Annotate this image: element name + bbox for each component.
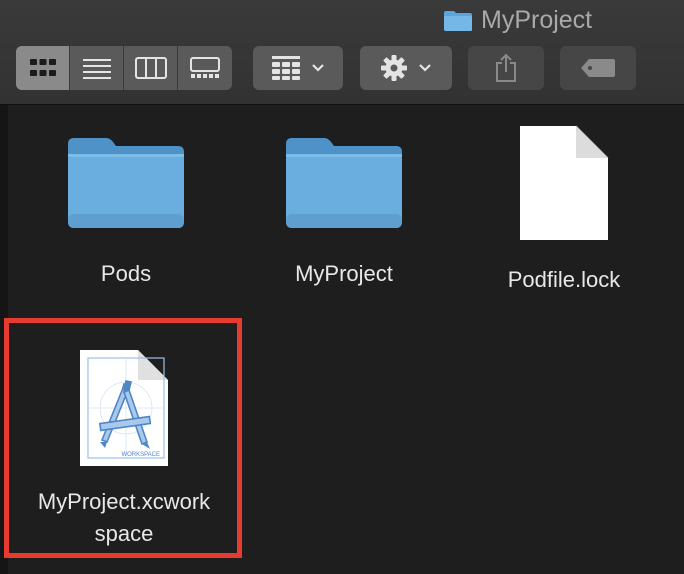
icon-view-button[interactable] bbox=[16, 46, 70, 90]
gear-icon bbox=[381, 55, 407, 81]
workspace-icon-caption: WORKSPACE bbox=[121, 452, 160, 458]
tag-button[interactable] bbox=[560, 46, 636, 90]
group-by-button[interactable] bbox=[253, 46, 343, 90]
view-mode-control bbox=[16, 46, 232, 90]
grid-icon bbox=[29, 59, 56, 76]
xcworkspace-icon: WORKSPACE bbox=[80, 350, 168, 466]
columns-icon bbox=[134, 57, 167, 79]
group-grid-icon bbox=[272, 56, 300, 80]
window-titlebar: MyProject bbox=[0, 0, 684, 105]
document-icon bbox=[520, 125, 609, 240]
folder-icon bbox=[286, 138, 402, 228]
tag-icon bbox=[581, 59, 615, 77]
list-icon bbox=[82, 59, 111, 79]
folder-icon bbox=[68, 138, 184, 228]
file-label: Podfile.lock bbox=[507, 267, 621, 292]
file-label-line-2: space bbox=[94, 521, 154, 546]
list-view-button[interactable] bbox=[70, 46, 124, 90]
share-button[interactable] bbox=[468, 46, 544, 90]
gallery-icon bbox=[190, 57, 220, 78]
file-label-line-1: MyProject.xcwork bbox=[37, 489, 211, 514]
file-item-myproject[interactable]: MyProject bbox=[254, 130, 434, 290]
file-label: Pods bbox=[100, 261, 152, 286]
gallery-view-button[interactable] bbox=[178, 46, 232, 90]
column-view-button[interactable] bbox=[124, 46, 178, 90]
action-button[interactable] bbox=[360, 46, 452, 90]
file-label: MyProject bbox=[295, 261, 393, 286]
file-label: MyProject.xcwork space bbox=[16, 486, 232, 550]
file-item-pods[interactable]: Pods bbox=[36, 130, 216, 290]
share-icon bbox=[496, 53, 516, 82]
chevron-down-icon bbox=[419, 64, 431, 72]
window-title-text: MyProject bbox=[481, 6, 593, 34]
file-item-podfile-lock[interactable]: Podfile.lock bbox=[474, 124, 654, 296]
file-item-xcworkspace[interactable]: WORKSPACE MyProject.xcwork space bbox=[16, 348, 232, 550]
folder-icon bbox=[444, 10, 472, 31]
chevron-down-icon bbox=[312, 64, 324, 72]
window-title: MyProject bbox=[443, 6, 592, 35]
